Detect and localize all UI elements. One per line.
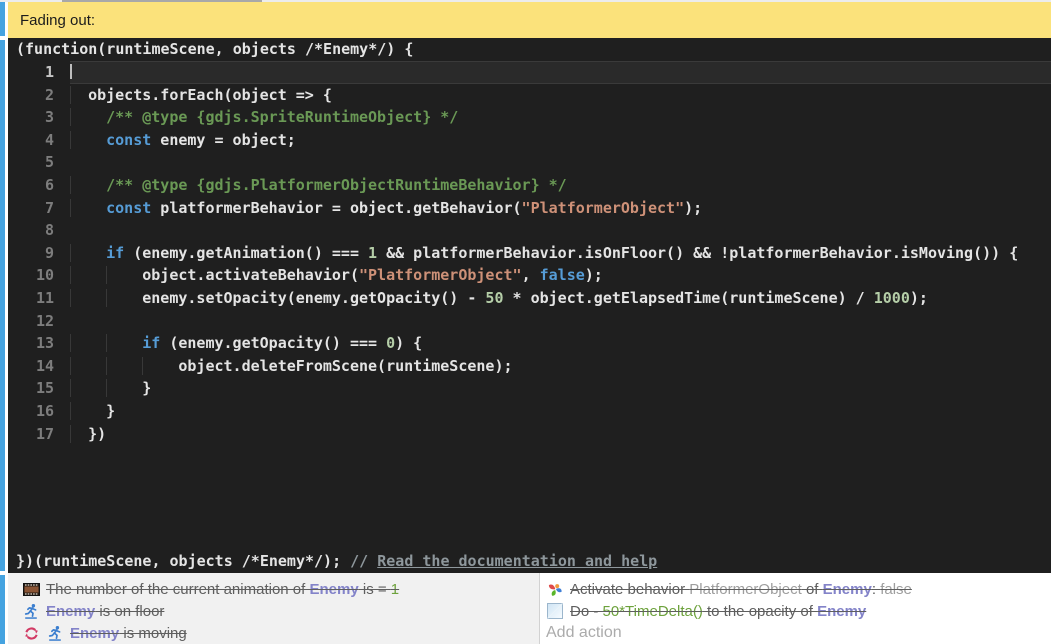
code-line[interactable]: 16 }: [8, 400, 1051, 423]
comment-text: Fading out:: [8, 12, 95, 29]
platformer-runner-icon: [46, 625, 64, 641]
invert-icon: [22, 626, 40, 641]
action-row[interactable]: Activate behavior PlatformerObject of En…: [546, 578, 1051, 600]
line-number: 11: [8, 287, 70, 310]
line-number: 13: [8, 332, 70, 355]
condition-row-text: Enemy is on floor: [46, 603, 164, 620]
condition-row-text: The number of the current animation of E…: [46, 581, 399, 598]
line-number: 14: [8, 355, 70, 378]
code-line[interactable]: 13 if (enemy.getOpacity() === 0) {: [8, 332, 1051, 355]
opacity-icon: [546, 603, 564, 619]
add-action-button[interactable]: Add action: [546, 622, 1051, 644]
condition-row[interactable]: Enemy is moving: [22, 622, 539, 644]
line-number: 4: [8, 129, 70, 152]
code-line[interactable]: 4 const enemy = object;: [8, 129, 1051, 152]
actions-list[interactable]: Activate behavior PlatformerObject of En…: [546, 578, 1051, 622]
platformer-runner-icon: [22, 603, 40, 619]
event-drag-handle[interactable]: [0, 40, 5, 571]
code-line[interactable]: 12: [8, 310, 1051, 333]
event-drag-handle[interactable]: [0, 2, 5, 36]
code-line[interactable]: 10 object.activateBehavior("PlatformerOb…: [8, 264, 1051, 287]
gdevelop-event-sheet: Fading out: (function(runtimeScene, obje…: [0, 0, 1051, 644]
line-number: 17: [8, 423, 70, 446]
line-number: 3: [8, 106, 70, 129]
line-number: 1: [8, 61, 70, 84]
code-line[interactable]: 14 object.deleteFromScene(runtimeScene);: [8, 355, 1051, 378]
conditions-list[interactable]: The number of the current animation of E…: [8, 573, 540, 644]
documentation-link[interactable]: Read the documentation and help: [377, 549, 657, 573]
condition-row[interactable]: The number of the current animation of E…: [22, 578, 539, 600]
code-line[interactable]: 8: [8, 219, 1051, 242]
line-number: 8: [8, 219, 70, 242]
comment-event[interactable]: Fading out:: [8, 2, 1051, 38]
code-line[interactable]: 3 /** @type {gdjs.SpriteRuntimeObject} *…: [8, 106, 1051, 129]
standard-event: The number of the current animation of E…: [8, 573, 1051, 644]
action-row[interactable]: Do - 50*TimeDelta() to the opacity of En…: [546, 600, 1051, 622]
code-line[interactable]: 6 /** @type {gdjs.PlatformerObjectRuntim…: [8, 174, 1051, 197]
animation-frame-icon: [22, 583, 40, 596]
condition-row-text: Enemy is moving: [70, 625, 187, 642]
code-line[interactable]: 7 const platformerBehavior = object.getB…: [8, 197, 1051, 220]
line-number: 7: [8, 197, 70, 220]
condition-row[interactable]: Enemy is on floor: [22, 600, 539, 622]
code-line[interactable]: 5: [8, 151, 1051, 174]
code-line[interactable]: 1: [8, 61, 1051, 84]
js-code-editor[interactable]: (function(runtimeScene, objects /*Enemy*…: [8, 38, 1051, 573]
event-drag-handle[interactable]: [0, 575, 5, 644]
editor-empty-area[interactable]: [8, 445, 1051, 549]
code-line[interactable]: 2 objects.forEach(object => {: [8, 84, 1051, 107]
line-number: 15: [8, 377, 70, 400]
action-row-text: Activate behavior PlatformerObject of En…: [570, 581, 912, 598]
line-number: 2: [8, 84, 70, 107]
line-number: 9: [8, 242, 70, 265]
code-line[interactable]: 15 }: [8, 377, 1051, 400]
code-lines[interactable]: 12 objects.forEach(object => {3 /** @typ…: [8, 61, 1051, 445]
js-wrapper-footer: })(runtimeScene, objects /*Enemy*/); // …: [8, 549, 1051, 573]
line-number: 12: [8, 310, 70, 333]
code-line[interactable]: 11 enemy.setOpacity(enemy.getOpacity() -…: [8, 287, 1051, 310]
js-wrapper-header: (function(runtimeScene, objects /*Enemy*…: [8, 38, 1051, 61]
line-number: 5: [8, 151, 70, 174]
line-number: 6: [8, 174, 70, 197]
line-number: 16: [8, 400, 70, 423]
text-cursor: [70, 64, 72, 79]
js-footer-code: })(runtimeScene, objects /*Enemy*/);: [16, 549, 350, 573]
js-footer-comment-slashes: //: [350, 549, 377, 573]
action-row-text: Do - 50*TimeDelta() to the opacity of En…: [570, 603, 866, 620]
line-number: 10: [8, 264, 70, 287]
code-line[interactable]: 17 }): [8, 423, 1051, 446]
code-line[interactable]: 9 if (enemy.getAnimation() === 1 && plat…: [8, 242, 1051, 265]
behavior-icon: [546, 581, 564, 598]
